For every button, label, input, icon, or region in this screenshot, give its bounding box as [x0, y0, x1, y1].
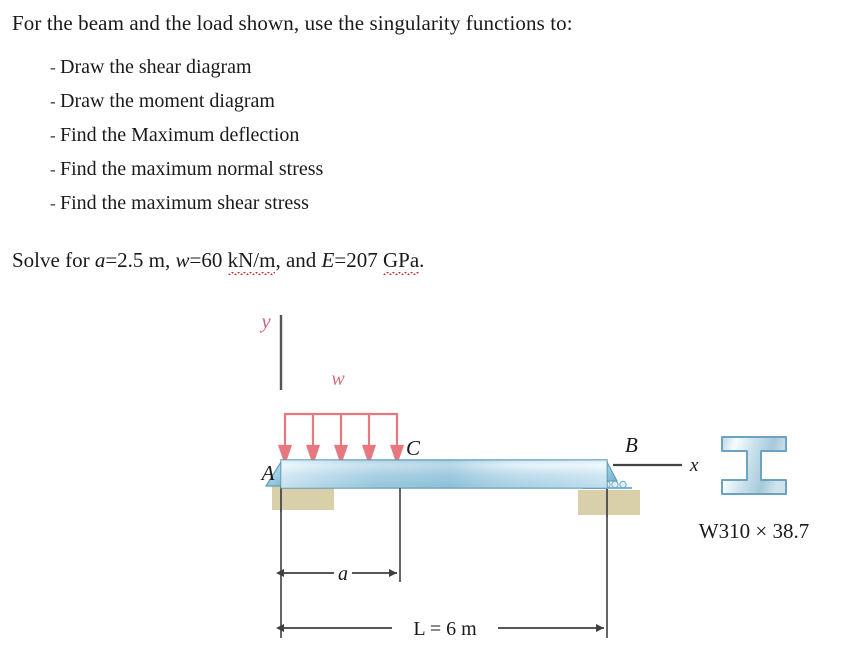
value-a: =2.5 m,: [105, 248, 176, 272]
bullet-dash: -: [50, 126, 56, 145]
bullet-dash: -: [50, 194, 56, 213]
solve-conjunction: , and: [275, 248, 322, 272]
bullet-dash: -: [50, 58, 56, 77]
task-list-item: - Find the maximum shear stress: [12, 192, 712, 226]
solve-lead: Solve for: [12, 248, 95, 272]
value-w: =60: [189, 248, 228, 272]
problem-sheet: For the beam and the load shown, use the…: [0, 0, 860, 663]
dimension-extension-lines: [280, 488, 608, 638]
variable-a: a: [94, 248, 106, 272]
label-point-b: B: [625, 433, 638, 457]
distributed-load: w: [277, 368, 405, 466]
section-designation-label: W310 × 38.7: [699, 519, 809, 543]
load-label-w: w: [331, 368, 345, 390]
beam-diagram: y w A C B x a L = 6 m W310 × 38.7: [0, 290, 860, 663]
variable-e: E: [321, 248, 335, 272]
dimension-a: a: [276, 563, 397, 585]
x-axis: x: [613, 455, 699, 476]
task-label: Draw the moment diagram: [60, 90, 275, 112]
cross-section-i-beam: [721, 436, 787, 495]
given-values-line: Solve for a=2.5 m, w=60 kN/m, and E=207 …: [12, 248, 424, 273]
bullet-dash: -: [50, 92, 56, 111]
unit-e: GPa: [382, 248, 420, 275]
task-label: Find the Maximum deflection: [60, 124, 300, 146]
unit-w: kN/m: [227, 248, 276, 275]
task-label: Draw the shear diagram: [60, 56, 252, 78]
dimension-l: L = 6 m: [276, 618, 604, 640]
task-list-item: - Find the maximum normal stress: [12, 158, 712, 192]
task-list-item: - Find the Maximum deflection: [12, 124, 712, 158]
task-label: Find the maximum normal stress: [60, 158, 324, 180]
dimension-a-label: a: [338, 563, 348, 585]
beam-member: [280, 459, 608, 489]
dimension-l-label: L = 6 m: [413, 618, 477, 640]
label-point-c: C: [406, 436, 421, 460]
y-axis-label: y: [259, 309, 271, 333]
task-label: Find the maximum shear stress: [60, 192, 309, 214]
task-list: - Draw the shear diagram - Draw the mome…: [12, 56, 712, 226]
value-e: =207: [334, 248, 383, 272]
task-list-item: - Draw the shear diagram: [12, 56, 712, 90]
y-axis: y: [259, 309, 283, 390]
sentence-period: .: [419, 248, 425, 272]
task-list-item: - Draw the moment diagram: [12, 90, 712, 124]
variable-w: w: [175, 248, 190, 272]
bullet-dash: -: [50, 160, 56, 179]
label-point-a: A: [260, 461, 275, 485]
x-axis-label: x: [689, 455, 699, 476]
page-title: For the beam and the load shown, use the…: [12, 11, 573, 35]
